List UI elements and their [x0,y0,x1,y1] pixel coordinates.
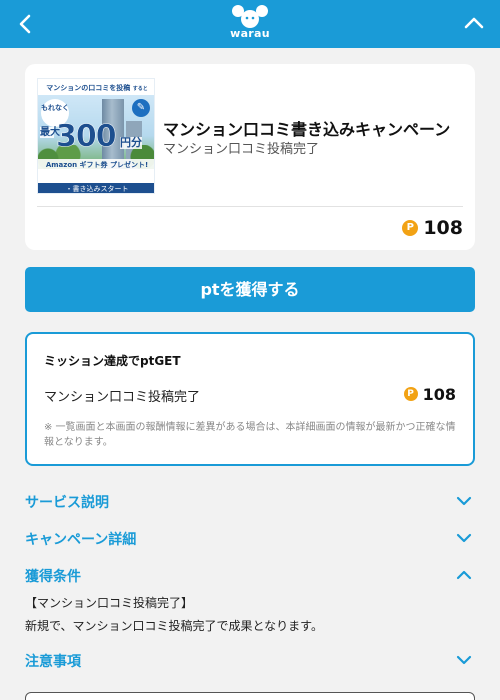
get-points-button[interactable]: ptを獲得する [25,267,475,312]
accordion-notes[interactable]: 注意事項 [25,649,475,673]
warau-logo[interactable]: warau [224,4,276,44]
chevron-up-icon[interactable] [455,566,473,584]
mission-note: ※ 一覧画面と本画面の報酬情報に差異がある場合は、本詳細画面の情報が最新かつ正確… [44,422,456,448]
accordion-campaign-details[interactable]: キャンペーン詳細 [25,527,475,551]
bottom-box [25,692,475,700]
app-header: warau [0,0,500,48]
campaign-card: マンションの口コミを投稿 すると もれなく ✎ 最大 300 円分 Amazon… [25,64,475,250]
campaign-points: P 108 [402,216,463,240]
accordion-label: 注意事項 [25,654,81,670]
chevron-down-icon[interactable] [455,651,473,669]
banner-gift-line: Amazon ギフト券 プレゼント! [38,159,154,171]
banner-top-line: マンションの口コミを投稿 すると [46,84,148,92]
accordion-service-description[interactable]: サービス説明 [25,490,475,514]
pencil-icon: ✎ [132,99,150,117]
campaign-banner-image: マンションの口コミを投稿 すると もれなく ✎ 最大 300 円分 Amazon… [37,78,155,194]
conditions-heading: 【マンション口コミ投稿完了】 [25,596,194,610]
point-coin-icon: P [403,387,418,401]
collapse-chevron-icon[interactable] [460,10,488,38]
accordion-label: サービス説明 [25,495,109,511]
mission-name: マンション口コミ投稿完了 [44,390,201,405]
mission-title: ミッション達成でptGET [44,354,181,368]
accordion-label: 獲得条件 [25,569,81,585]
logo-text: warau [230,27,270,40]
points-value: 108 [423,217,463,239]
divider [37,206,463,207]
mission-points: P 108 [403,384,456,404]
banner-amount: 最大 300 円分 [40,119,142,154]
accordion-label: キャンペーン詳細 [25,532,137,548]
mission-points-value: 108 [422,384,456,404]
back-chevron-icon[interactable] [12,10,40,38]
conditions-text: 新規で、マンション口コミ投稿完了で成果となります。 [25,619,323,633]
banner-start-label: ・書き込みスタート [38,183,154,193]
point-coin-icon: P [402,220,419,236]
accordion-acquisition-conditions[interactable]: 獲得条件 [25,564,475,588]
campaign-subtitle: マンション口コミ投稿完了 [163,142,320,157]
chevron-down-icon[interactable] [455,529,473,547]
mission-box: ミッション達成でptGET マンション口コミ投稿完了 P 108 ※ 一覧画面と… [25,332,475,466]
logo-mark-icon [232,5,268,28]
campaign-title: マンション口コミ書き込みキャンペーン [163,120,451,139]
chevron-down-icon[interactable] [455,492,473,510]
